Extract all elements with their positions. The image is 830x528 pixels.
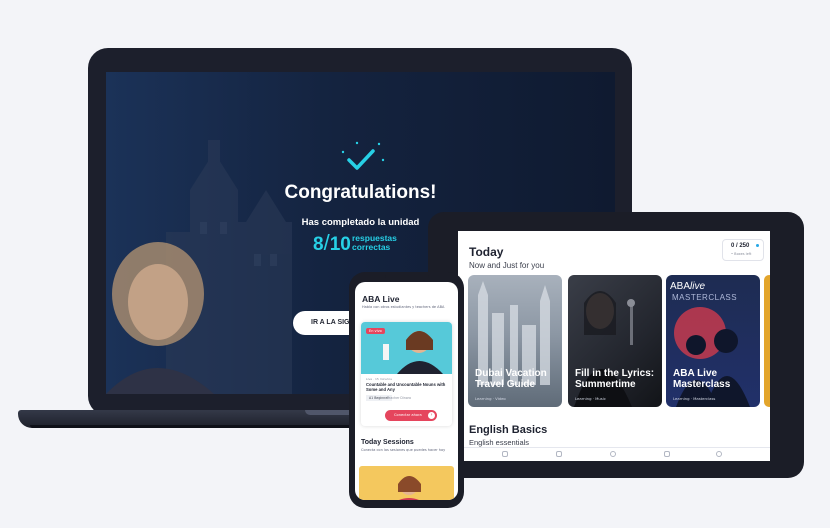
today-sessions-subtitle: Conecta con las sesiones que puedes hace… [361,448,446,452]
courses-icon[interactable] [556,451,562,457]
session-thumbnail[interactable] [359,466,454,500]
aba-logo-live: live [690,281,706,292]
tablet-screen: Today Now and Just for you 0 / 250 • Box… [458,231,770,461]
progress-widget[interactable]: 0 / 250 • Boxes left [722,239,764,261]
congratulations-title: Congratulations! [284,182,437,203]
content-card-dubai[interactable]: Dubai Vacation Travel Guide Learning · V… [468,275,562,407]
teacher-name: Teacher Dinora [387,396,411,400]
live-badge: En vivo [366,328,385,334]
score-total: 10 [329,234,351,255]
tablet-bottom-nav [458,447,770,461]
stats-icon[interactable] [664,451,670,457]
arrow-right-icon: › [428,412,435,419]
today-sessions-title: Today Sessions [361,439,414,446]
woman-portrait [106,242,214,394]
card-title: Dubai Vacation Travel Guide [475,368,547,390]
session-title: Countable and Uncountable Nouns with Som… [366,382,446,392]
aba-live-title: ABA Live [362,294,400,304]
check-icon [333,138,389,178]
progress-value: 0 / 250 [731,243,750,249]
score-caption: respuestas correctas [352,234,397,252]
card-title: ABA Live Masterclass [673,368,731,390]
progress-label: • Boxes left [731,252,752,256]
aba-logo-text: ABA [670,281,691,292]
session-thumbnail-art [398,476,421,500]
card-meta: Learning · Music [575,396,606,401]
aba-live-logo: ABAlive [670,281,705,292]
english-basics-title: English Basics [469,424,548,436]
connect-now-label: Conectar ahora [394,413,422,417]
today-subtitle: Now and Just for you [469,261,545,270]
score-correct: 8 [313,234,324,255]
live-session-card[interactable]: En vivo Live · 15 minutos Countable and … [361,322,452,426]
card-meta: Learning · Video [475,396,506,401]
phone-notch [385,275,429,281]
card-meta: Learning · Masterclass [673,396,716,401]
english-basics-subtitle: English essentials [469,438,530,447]
score: 8/10 [313,230,351,256]
home-icon[interactable] [502,451,508,457]
score-caption-line2: correctas [352,242,391,252]
search-icon[interactable] [610,451,616,457]
content-card-lyrics[interactable]: Fill in the Lyrics: Summertime Learning … [568,275,662,407]
card-title: Fill in the Lyrics: Summertime [575,368,655,390]
progress-dot-icon [756,244,759,247]
aba-live-description: Habla con otros estudiantes y teachers d… [362,305,445,309]
masterclass-label: MASTERCLASS [672,293,738,302]
phone-screen: ABA Live Habla con otros estudiantes y t… [355,282,458,500]
content-card-masterclass[interactable]: ABAlive MASTERCLASS ABA Live Masterclass… [666,275,760,407]
content-card-partial[interactable] [764,275,770,407]
session-meta: Live · 15 minutos [366,377,392,381]
today-title: Today [469,245,504,259]
connect-now-button[interactable]: Conectar ahora › [385,410,437,421]
profile-icon[interactable] [716,451,722,457]
